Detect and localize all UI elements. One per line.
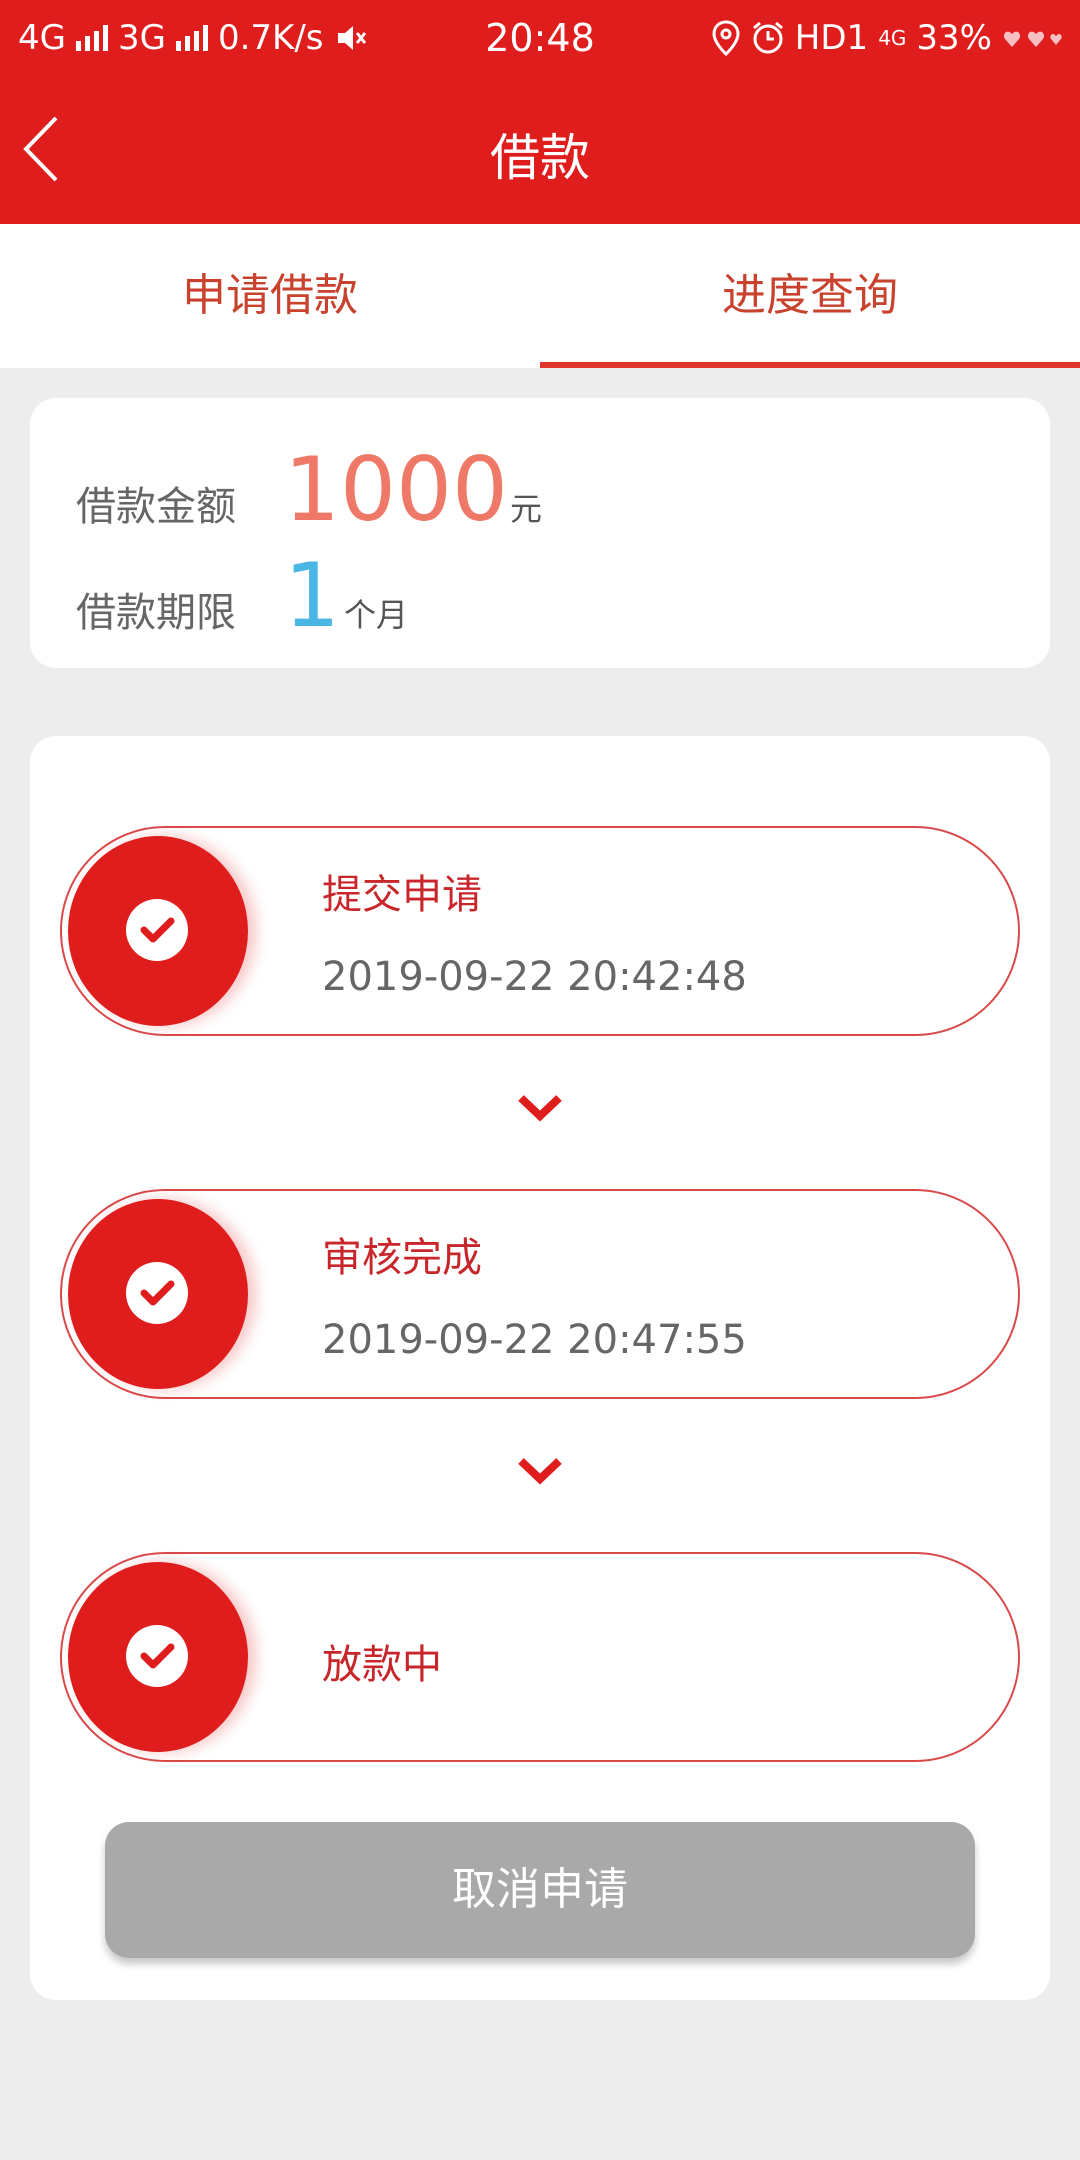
- page-title: 借款: [490, 129, 590, 187]
- loan-amount-value: 1000: [284, 438, 508, 541]
- loan-term-label: 借款期限: [76, 590, 236, 636]
- loan-term-row: 借款期限 1 个月: [76, 544, 408, 647]
- step-time: 2019-09-22 20:47:55: [322, 1317, 747, 1363]
- loan-summary-card: 借款金额 1000 元 借款期限 1 个月: [30, 398, 1050, 668]
- step-time: 2019-09-22 20:42:48: [322, 954, 747, 1000]
- step-title: 审核完成: [322, 1235, 482, 1281]
- progress-step: 放款中: [60, 1552, 1020, 1762]
- step-status-circle: [68, 1199, 248, 1389]
- step-status-circle: [68, 836, 248, 1026]
- alarm-icon: [752, 21, 783, 54]
- location-icon: [712, 20, 740, 56]
- step-title: 放款中: [322, 1642, 442, 1688]
- step-status-circle: [68, 1562, 248, 1752]
- loan-term-value: 1: [284, 544, 340, 647]
- cancel-application-button[interactable]: 取消申请: [105, 1822, 975, 1958]
- title-bar: 借款: [0, 74, 1080, 224]
- battery-percent: 33%: [916, 18, 992, 58]
- progress-step: 审核完成 2019-09-22 20:47:55: [60, 1189, 1020, 1399]
- tab-progress-query[interactable]: 进度查询: [540, 224, 1080, 368]
- chevron-down-icon: [518, 1095, 562, 1122]
- loan-amount-row: 借款金额 1000 元: [76, 438, 542, 541]
- network-4g-small: 4G: [878, 26, 907, 50]
- step-title: 提交申请: [322, 872, 482, 918]
- status-right: HD1 4G 33%: [711, 18, 1064, 58]
- hd-label: HD1: [794, 18, 869, 58]
- check-icon: [126, 1625, 188, 1687]
- check-icon: [126, 899, 188, 961]
- tab-bar: 申请借款 进度查询: [0, 224, 1080, 368]
- loan-term-unit: 个月: [344, 596, 409, 634]
- status-bar: 4G 3G 0.7K/s 20:48 HD1 4G 33%: [0, 0, 1080, 74]
- loan-amount-unit: 元: [509, 490, 542, 528]
- progress-card: 提交申请 2019-09-22 20:42:48 审核完成 2019-09-22…: [30, 736, 1050, 2000]
- check-icon: [126, 1262, 188, 1324]
- loan-amount-label: 借款金额: [76, 484, 236, 530]
- hearts-icon: [1003, 31, 1062, 47]
- tab-apply-loan[interactable]: 申请借款: [0, 224, 540, 368]
- progress-step: 提交申请 2019-09-22 20:42:48: [60, 826, 1020, 1036]
- chevron-down-icon: [518, 1458, 562, 1485]
